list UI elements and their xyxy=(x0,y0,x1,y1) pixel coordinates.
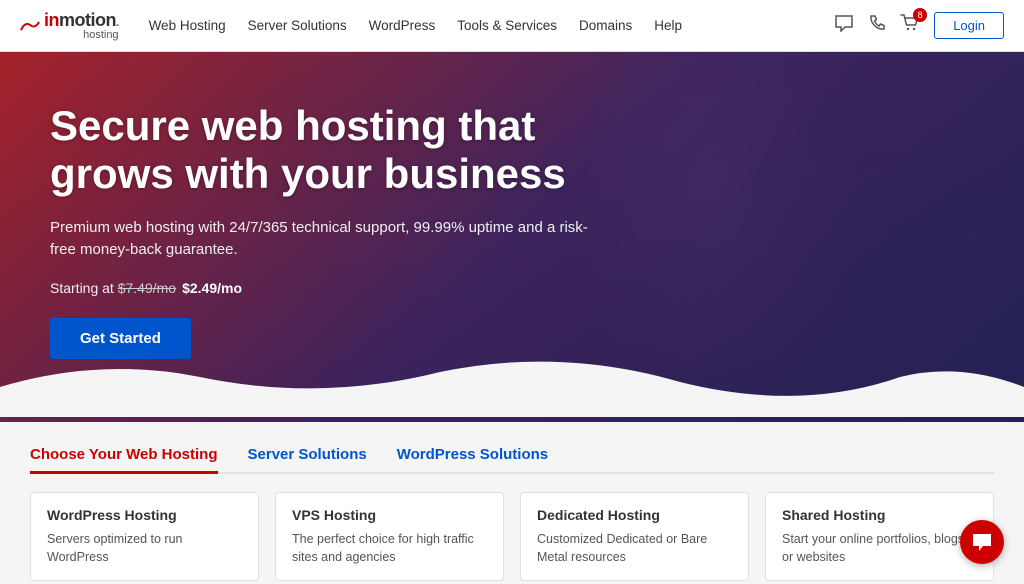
tab-server-solutions[interactable]: Server Solutions xyxy=(248,446,367,474)
hero-pricing: Starting at $7.49/mo $2.49/mo xyxy=(50,280,630,296)
card-dedicated-desc: Customized Dedicated or Bare Metal resou… xyxy=(537,531,732,566)
header: inmotion. hosting Web Hosting Server Sol… xyxy=(0,0,1024,52)
hosting-cards: WordPress Hosting Servers optimized to r… xyxy=(30,492,994,581)
tab-web-hosting[interactable]: Choose Your Web Hosting xyxy=(30,446,218,474)
nav-wordpress[interactable]: WordPress xyxy=(369,18,436,33)
hosting-tabs: Choose Your Web Hosting Server Solutions… xyxy=(30,446,994,474)
main-nav: Web Hosting Server Solutions WordPress T… xyxy=(149,18,835,33)
logo: inmotion. hosting xyxy=(20,11,119,41)
phone-icon[interactable] xyxy=(868,14,886,37)
price-new: $2.49/mo xyxy=(182,280,242,296)
nav-tools-services[interactable]: Tools & Services xyxy=(457,18,557,33)
card-shared-desc: Start your online portfolios, blogs, or … xyxy=(782,531,977,566)
nav-web-hosting[interactable]: Web Hosting xyxy=(149,18,226,33)
get-started-button[interactable]: Get Started xyxy=(50,318,191,359)
pricing-prefix: Starting at xyxy=(50,280,114,296)
chat-bubble-icon xyxy=(971,532,993,552)
nav-server-solutions[interactable]: Server Solutions xyxy=(248,18,347,33)
logo-sub: hosting xyxy=(44,30,119,41)
card-shared-title: Shared Hosting xyxy=(782,507,977,523)
tab-wordpress-solutions[interactable]: WordPress Solutions xyxy=(397,446,548,474)
header-icons: 8 Login xyxy=(834,12,1004,39)
hero-subtitle: Premium web hosting with 24/7/365 techni… xyxy=(50,217,610,262)
card-wordpress-desc: Servers optimized to run WordPress xyxy=(47,531,242,566)
logo-text: inmotion. hosting xyxy=(44,11,119,41)
cart-icon[interactable]: 8 xyxy=(900,14,920,37)
card-wordpress-title: WordPress Hosting xyxy=(47,507,242,523)
wave-decoration xyxy=(0,357,1024,422)
nav-domains[interactable]: Domains xyxy=(579,18,632,33)
hero-section: Secure web hosting that grows with your … xyxy=(0,52,1024,422)
card-dedicated-hosting[interactable]: Dedicated Hosting Customized Dedicated o… xyxy=(520,492,749,581)
card-vps-desc: The perfect choice for high traffic site… xyxy=(292,531,487,566)
login-button[interactable]: Login xyxy=(934,12,1004,39)
card-vps-hosting[interactable]: VPS Hosting The perfect choice for high … xyxy=(275,492,504,581)
price-old: $7.49/mo xyxy=(118,280,176,296)
chat-icon[interactable] xyxy=(834,14,854,37)
cart-count: 8 xyxy=(913,8,927,22)
chat-bubble-button[interactable] xyxy=(960,520,1004,564)
nav-help[interactable]: Help xyxy=(654,18,682,33)
card-vps-title: VPS Hosting xyxy=(292,507,487,523)
card-wordpress-hosting[interactable]: WordPress Hosting Servers optimized to r… xyxy=(30,492,259,581)
logo-brand: inmotion. xyxy=(44,11,119,29)
hero-content: Secure web hosting that grows with your … xyxy=(0,52,680,389)
bottom-section: Choose Your Web Hosting Server Solutions… xyxy=(0,422,1024,584)
logo-icon xyxy=(20,20,40,32)
hero-title: Secure web hosting that grows with your … xyxy=(50,102,630,199)
card-dedicated-title: Dedicated Hosting xyxy=(537,507,732,523)
